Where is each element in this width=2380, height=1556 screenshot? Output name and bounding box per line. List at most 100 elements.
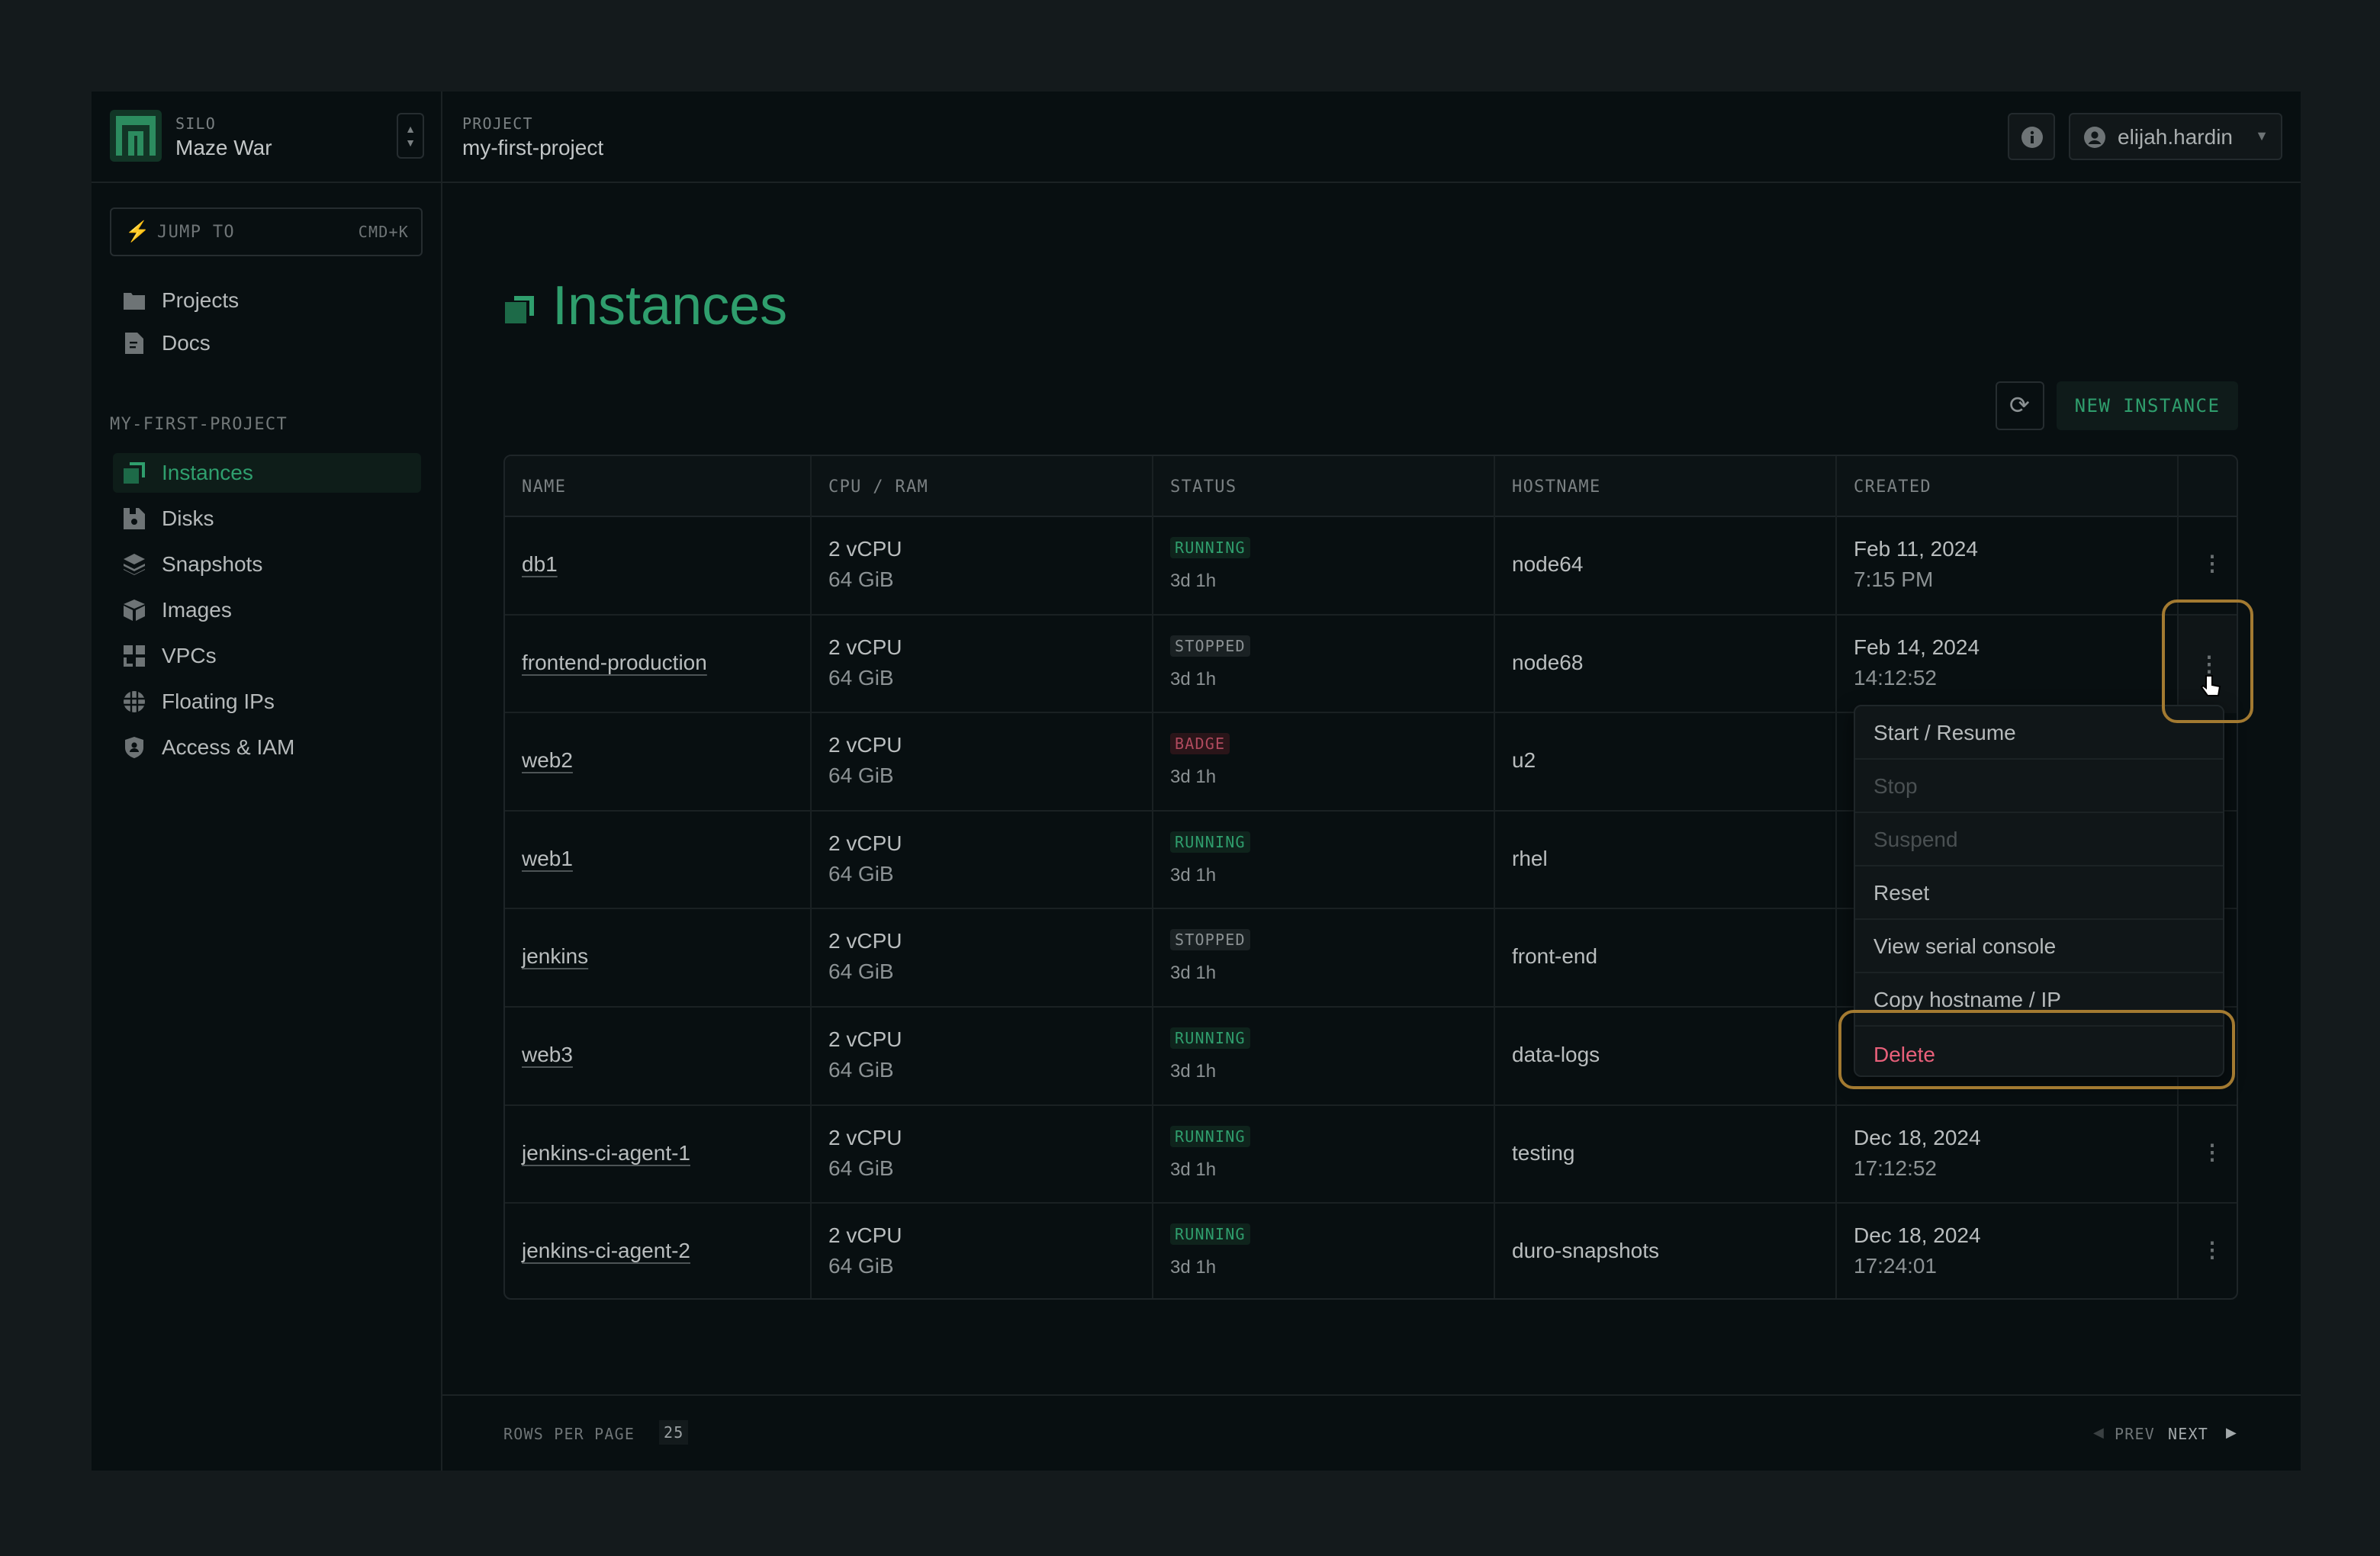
status-badge: RUNNING	[1170, 537, 1250, 558]
created-date: Feb 11, 2024	[1854, 537, 1978, 561]
menu-item-stop: Stop	[1855, 760, 2223, 813]
sidebar-item-label: Disks	[162, 506, 214, 530]
instances-icon	[505, 296, 534, 323]
instance-name-link[interactable]: web2	[522, 748, 573, 773]
more-actions-button[interactable]: ⋮	[2202, 1140, 2223, 1165]
menu-item-suspend: Suspend	[1855, 813, 2223, 866]
instance-name-link[interactable]: frontend-production	[522, 651, 707, 675]
shield-icon	[122, 735, 146, 760]
jump-to-label: JUMP TO	[157, 223, 235, 242]
refresh-button[interactable]: ⟳	[1996, 381, 2044, 430]
uptime-value: 3d 1h	[1170, 668, 1217, 690]
status-badge: RUNNING	[1170, 831, 1250, 853]
ram-value: 64 GiB	[828, 567, 894, 591]
cpu-value: 2 vCPU	[828, 1223, 902, 1248]
instance-name-link[interactable]: db1	[522, 552, 558, 577]
user-menu-button[interactable]: elijah.hardin ▼	[2069, 113, 2282, 160]
hostname-value: data-logs	[1512, 1043, 1600, 1066]
sidebar-item-projects[interactable]: Projects	[113, 281, 421, 320]
project-name[interactable]: my-first-project	[462, 136, 603, 160]
instance-name-link[interactable]: jenkins-ci-agent-2	[522, 1239, 690, 1263]
box-icon	[122, 598, 146, 622]
table-row: jenkins-ci-agent-1 2 vCPU 64 GiB RUNNING 3d …	[505, 1106, 2237, 1204]
status-badge: STOPPED	[1170, 635, 1250, 657]
lightning-icon: ⚡	[125, 220, 150, 243]
next-page-button[interactable]: NEXT	[2168, 1425, 2208, 1443]
sidebar-item-docs[interactable]: Docs	[113, 323, 421, 363]
instance-name-link[interactable]: jenkins-ci-agent-1	[522, 1141, 690, 1165]
page-title: Instances	[505, 275, 787, 337]
instances-icon	[122, 461, 146, 485]
silo-logo	[110, 110, 162, 162]
column-header[interactable]: CPU / RAM	[828, 477, 928, 497]
column-divider	[810, 456, 812, 1298]
globe-icon	[122, 690, 146, 714]
project-section-label: MY-FIRST-PROJECT	[110, 415, 288, 434]
status-badge: BADGE	[1170, 733, 1230, 755]
menu-item-reset[interactable]: Reset	[1855, 866, 2223, 920]
jump-to-button[interactable]: ⚡ JUMP TO CMD+K	[110, 207, 423, 256]
table-row: db1 2 vCPU 64 GiB RUNNING 3d 1h node64 Feb 11,…	[505, 517, 2237, 616]
page-title-text: Instances	[552, 275, 788, 336]
column-header[interactable]: NAME	[522, 477, 566, 497]
instance-name-link[interactable]: jenkins	[522, 944, 588, 969]
table-header: NAME CPU / RAM STATUS HOSTNAME CREATED	[505, 456, 2237, 517]
instance-name-link[interactable]: web3	[522, 1043, 573, 1067]
sidebar-item-label: VPCs	[162, 644, 217, 667]
created-date: Dec 18, 2024	[1854, 1125, 1981, 1149]
folder-icon	[122, 288, 146, 313]
column-header[interactable]: HOSTNAME	[1512, 477, 1601, 497]
silo-label: SILO	[175, 114, 216, 133]
more-actions-button[interactable]: ⋮	[2202, 1237, 2223, 1262]
sidebar-item-disks[interactable]: Disks	[113, 499, 421, 538]
uptime-value: 3d 1h	[1170, 1257, 1217, 1278]
silo-picker[interactable]: SILO Maze War ▲ ▼	[92, 92, 442, 183]
app-window: SILO Maze War ▲ ▼ ⚡ JUMP TO CMD+K MY-FIRS…	[92, 92, 2301, 1471]
column-divider	[1835, 456, 1837, 1298]
chevron-up-icon: ▲	[405, 123, 416, 135]
sidebar-item-label: Instances	[162, 461, 253, 484]
uptime-value: 3d 1h	[1170, 1061, 1217, 1082]
document-icon	[122, 331, 146, 355]
instance-name-link[interactable]: web1	[522, 847, 573, 871]
uptime-value: 3d 1h	[1170, 571, 1217, 591]
more-actions-button[interactable]: ⋮	[2202, 551, 2223, 576]
created-time: 14:12:52	[1854, 665, 1937, 690]
sidebar-item-floating-ips[interactable]: Floating IPs	[113, 682, 421, 722]
sidebar-item-snapshots[interactable]: Snapshots	[113, 545, 421, 584]
sidebar-item-label: Floating IPs	[162, 690, 275, 713]
rows-per-page-select[interactable]: 25	[659, 1420, 689, 1445]
silo-switch-button[interactable]: ▲ ▼	[397, 113, 424, 159]
sidebar-item-instances[interactable]: Instances	[113, 453, 421, 493]
status-badge: RUNNING	[1170, 1125, 1250, 1147]
highlight-delete-item	[1838, 1010, 2235, 1089]
new-instance-button[interactable]: NEW INSTANCE	[2057, 381, 2238, 430]
prev-page-button[interactable]: PREV	[2115, 1425, 2155, 1443]
column-divider	[1152, 456, 1153, 1298]
sidebar-item-label: Projects	[162, 288, 240, 312]
column-header[interactable]: STATUS	[1170, 477, 1237, 497]
hostname-value: testing	[1512, 1140, 1575, 1165]
next-arrow-icon: ▶	[2226, 1425, 2237, 1440]
top-bar: PROJECT my-first-project elijah.hardin ▼	[442, 92, 2301, 183]
ram-value: 64 GiB	[828, 1156, 894, 1180]
rows-per-page-label: ROWS PER PAGE	[503, 1425, 635, 1443]
hostname-value: front-end	[1512, 944, 1598, 969]
table-row: jenkins-ci-agent-2 2 vCPU 64 GiB RUNNING 3d …	[505, 1204, 2237, 1298]
cpu-value: 2 vCPU	[828, 1125, 902, 1149]
column-header[interactable]: CREATED	[1854, 477, 1931, 497]
table-row: frontend-production 2 vCPU 64 GiB STOPPED 3d…	[505, 615, 2237, 714]
sidebar-item-access-iam[interactable]: Access & IAM	[113, 728, 421, 767]
network-icon	[122, 644, 146, 668]
ram-value: 64 GiB	[828, 1058, 894, 1082]
menu-item-view-serial-console[interactable]: View serial console	[1855, 920, 2223, 973]
jump-shortcut: CMD+K	[358, 223, 409, 241]
sidebar-item-label: Access & IAM	[162, 735, 295, 759]
sidebar-item-vpcs[interactable]: VPCs	[113, 636, 421, 676]
hostname-value: u2	[1512, 748, 1536, 773]
user-avatar-icon	[2084, 127, 2105, 148]
info-button[interactable]	[2008, 113, 2055, 160]
sidebar: SILO Maze War ▲ ▼ ⚡ JUMP TO CMD+K MY-FIRS…	[92, 92, 442, 1471]
created-time: 7:15 PM	[1854, 567, 1934, 591]
sidebar-item-images[interactable]: Images	[113, 590, 421, 630]
